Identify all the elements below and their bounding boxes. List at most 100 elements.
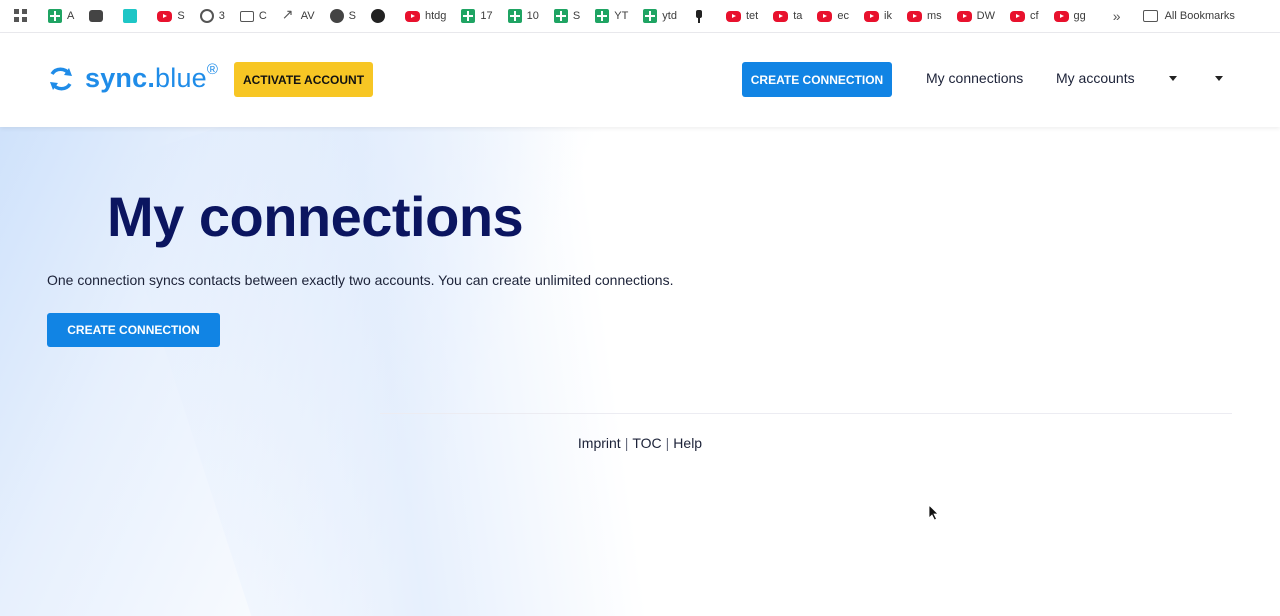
bookmark-item[interactable]: C	[239, 5, 267, 27]
sheets-icon	[461, 9, 476, 23]
bookmark-label: ik	[884, 10, 892, 22]
apps-grid-button[interactable]	[14, 5, 33, 27]
youtube-icon	[817, 10, 833, 22]
bookmark-label: 10	[526, 10, 539, 22]
bookmark-item[interactable]	[370, 5, 390, 27]
all-bookmarks-label: All Bookmarks	[1164, 10, 1235, 22]
bookmark-item[interactable]: S	[157, 5, 185, 27]
youtube-icon	[404, 10, 420, 22]
bookmark-label: cf	[1029, 10, 1039, 22]
bookmark-item[interactable]: AV	[282, 5, 315, 27]
bookmark-label: A	[67, 10, 75, 22]
youtube-icon	[864, 10, 880, 22]
footer-toc-link[interactable]: TOC	[632, 435, 661, 451]
bookmark-label: S	[348, 10, 356, 22]
youtube-icon	[1009, 10, 1025, 22]
bookmark-label: ytd	[662, 10, 677, 22]
bookmark-label: ta	[793, 10, 803, 22]
footer-links: Imprint | TOC | Help	[0, 435, 1280, 451]
bookmark-label: tet	[745, 10, 759, 22]
bookmark-item[interactable]: ec	[817, 5, 849, 27]
globe-icon	[329, 9, 344, 23]
footer-help-link[interactable]: Help	[673, 435, 702, 451]
sheets-icon	[507, 9, 522, 23]
bookmark-label: S	[177, 10, 185, 22]
bookmark-item[interactable]: ik	[864, 5, 892, 27]
apps-grid-icon	[14, 9, 28, 23]
youtube-icon	[906, 10, 922, 22]
bookmark-label: YT	[614, 10, 629, 22]
bookmark-item[interactable]: cf	[1009, 5, 1039, 27]
bookmark-item[interactable]: ta	[773, 5, 802, 27]
bookmark-item[interactable]: S	[553, 5, 581, 27]
github-icon	[370, 9, 385, 23]
folder-icon	[239, 10, 254, 22]
bookmark-label: 17	[480, 10, 493, 22]
footer-separator: |	[624, 435, 629, 451]
bookmark-item[interactable]: S	[329, 5, 356, 27]
bookmark-label: ec	[837, 10, 850, 22]
logo-text-dot: .	[147, 63, 156, 93]
bookmarks-overflow-button[interactable]: »	[1113, 8, 1121, 24]
youtube-icon	[773, 10, 789, 22]
folder-icon	[1142, 10, 1158, 22]
bookmark-label: ms	[926, 10, 942, 22]
sheets-icon	[48, 9, 62, 23]
bookmark-item[interactable]: tet	[725, 5, 759, 27]
logo-text-sync: sync	[85, 63, 148, 93]
logo-text-blue: blue	[155, 63, 207, 93]
bookmark-item[interactable]: A	[48, 5, 74, 27]
puzzle-icon	[89, 10, 104, 22]
all-bookmarks-button[interactable]: All Bookmarks	[1142, 10, 1235, 22]
bookmark-label: AV	[300, 10, 315, 22]
header-create-connection-button[interactable]: CREATE CONNECTION	[742, 62, 892, 97]
bookmark-item[interactable]	[89, 5, 108, 27]
sync-icon	[47, 65, 75, 93]
bookmark-item[interactable]: 10	[507, 5, 539, 27]
site-header: sync.blue® ACTIVATE ACCOUNT CREATE CONNE…	[0, 33, 1280, 127]
bookmark-item[interactable]: DW	[956, 5, 995, 27]
footer-separator: |	[665, 435, 670, 451]
page-title: My connections	[107, 185, 524, 248]
youtube-icon	[725, 10, 741, 22]
sheets-icon	[553, 9, 568, 23]
language-dropdown-icon[interactable]	[1169, 76, 1177, 81]
sheets-icon	[643, 9, 658, 23]
logo-registered-mark: ®	[206, 61, 219, 78]
bookmark-item[interactable]: htdg	[404, 5, 447, 27]
pin-icon	[692, 9, 706, 23]
bookmark-item[interactable]	[692, 5, 711, 27]
bookmark-item[interactable]	[123, 5, 142, 27]
footer-divider	[380, 413, 1232, 414]
bookmark-item[interactable]: 3	[199, 5, 225, 27]
page-description: One connection syncs contacts between ex…	[47, 272, 674, 288]
nav-my-accounts[interactable]: My accounts	[1056, 70, 1135, 86]
bookmark-item[interactable]: ms	[906, 5, 942, 27]
youtube-icon	[157, 10, 173, 22]
sheets-icon	[595, 9, 610, 23]
youtube-icon	[1053, 10, 1069, 22]
bookmark-label: 3	[218, 10, 225, 22]
sync-blue-logo[interactable]: sync.blue®	[47, 61, 219, 94]
bookmark-label: gg	[1073, 10, 1086, 22]
bookmark-label: S	[572, 10, 581, 22]
activate-account-button[interactable]: ACTIVATE ACCOUNT	[234, 62, 373, 97]
bookmark-item[interactable]: gg	[1053, 5, 1086, 27]
nav-my-connections[interactable]: My connections	[926, 70, 1023, 86]
logo-wordmark: sync.blue®	[85, 61, 219, 94]
bookmark-label: htdg	[424, 10, 447, 22]
bookmark-item[interactable]: ytd	[643, 5, 677, 27]
footer-imprint-link[interactable]: Imprint	[578, 435, 621, 451]
user-dropdown-icon[interactable]	[1215, 76, 1223, 81]
main-content: My connections One connection syncs cont…	[0, 127, 1280, 616]
youtube-icon	[956, 10, 972, 22]
bookmark-label: DW	[976, 10, 995, 22]
cyan-app-icon	[123, 9, 138, 23]
bookmark-label: C	[258, 10, 267, 22]
bookmark-item[interactable]: 17	[461, 5, 493, 27]
create-connection-button[interactable]: CREATE CONNECTION	[47, 313, 220, 347]
bookmark-list: A S 3 C AV Shtdg 17 10 S YT ytd tet ta ec ik ms DW cf gg	[48, 5, 1101, 27]
trend-icon	[282, 6, 296, 23]
chatgpt-icon	[199, 9, 214, 23]
bookmark-item[interactable]: YT	[595, 5, 628, 27]
